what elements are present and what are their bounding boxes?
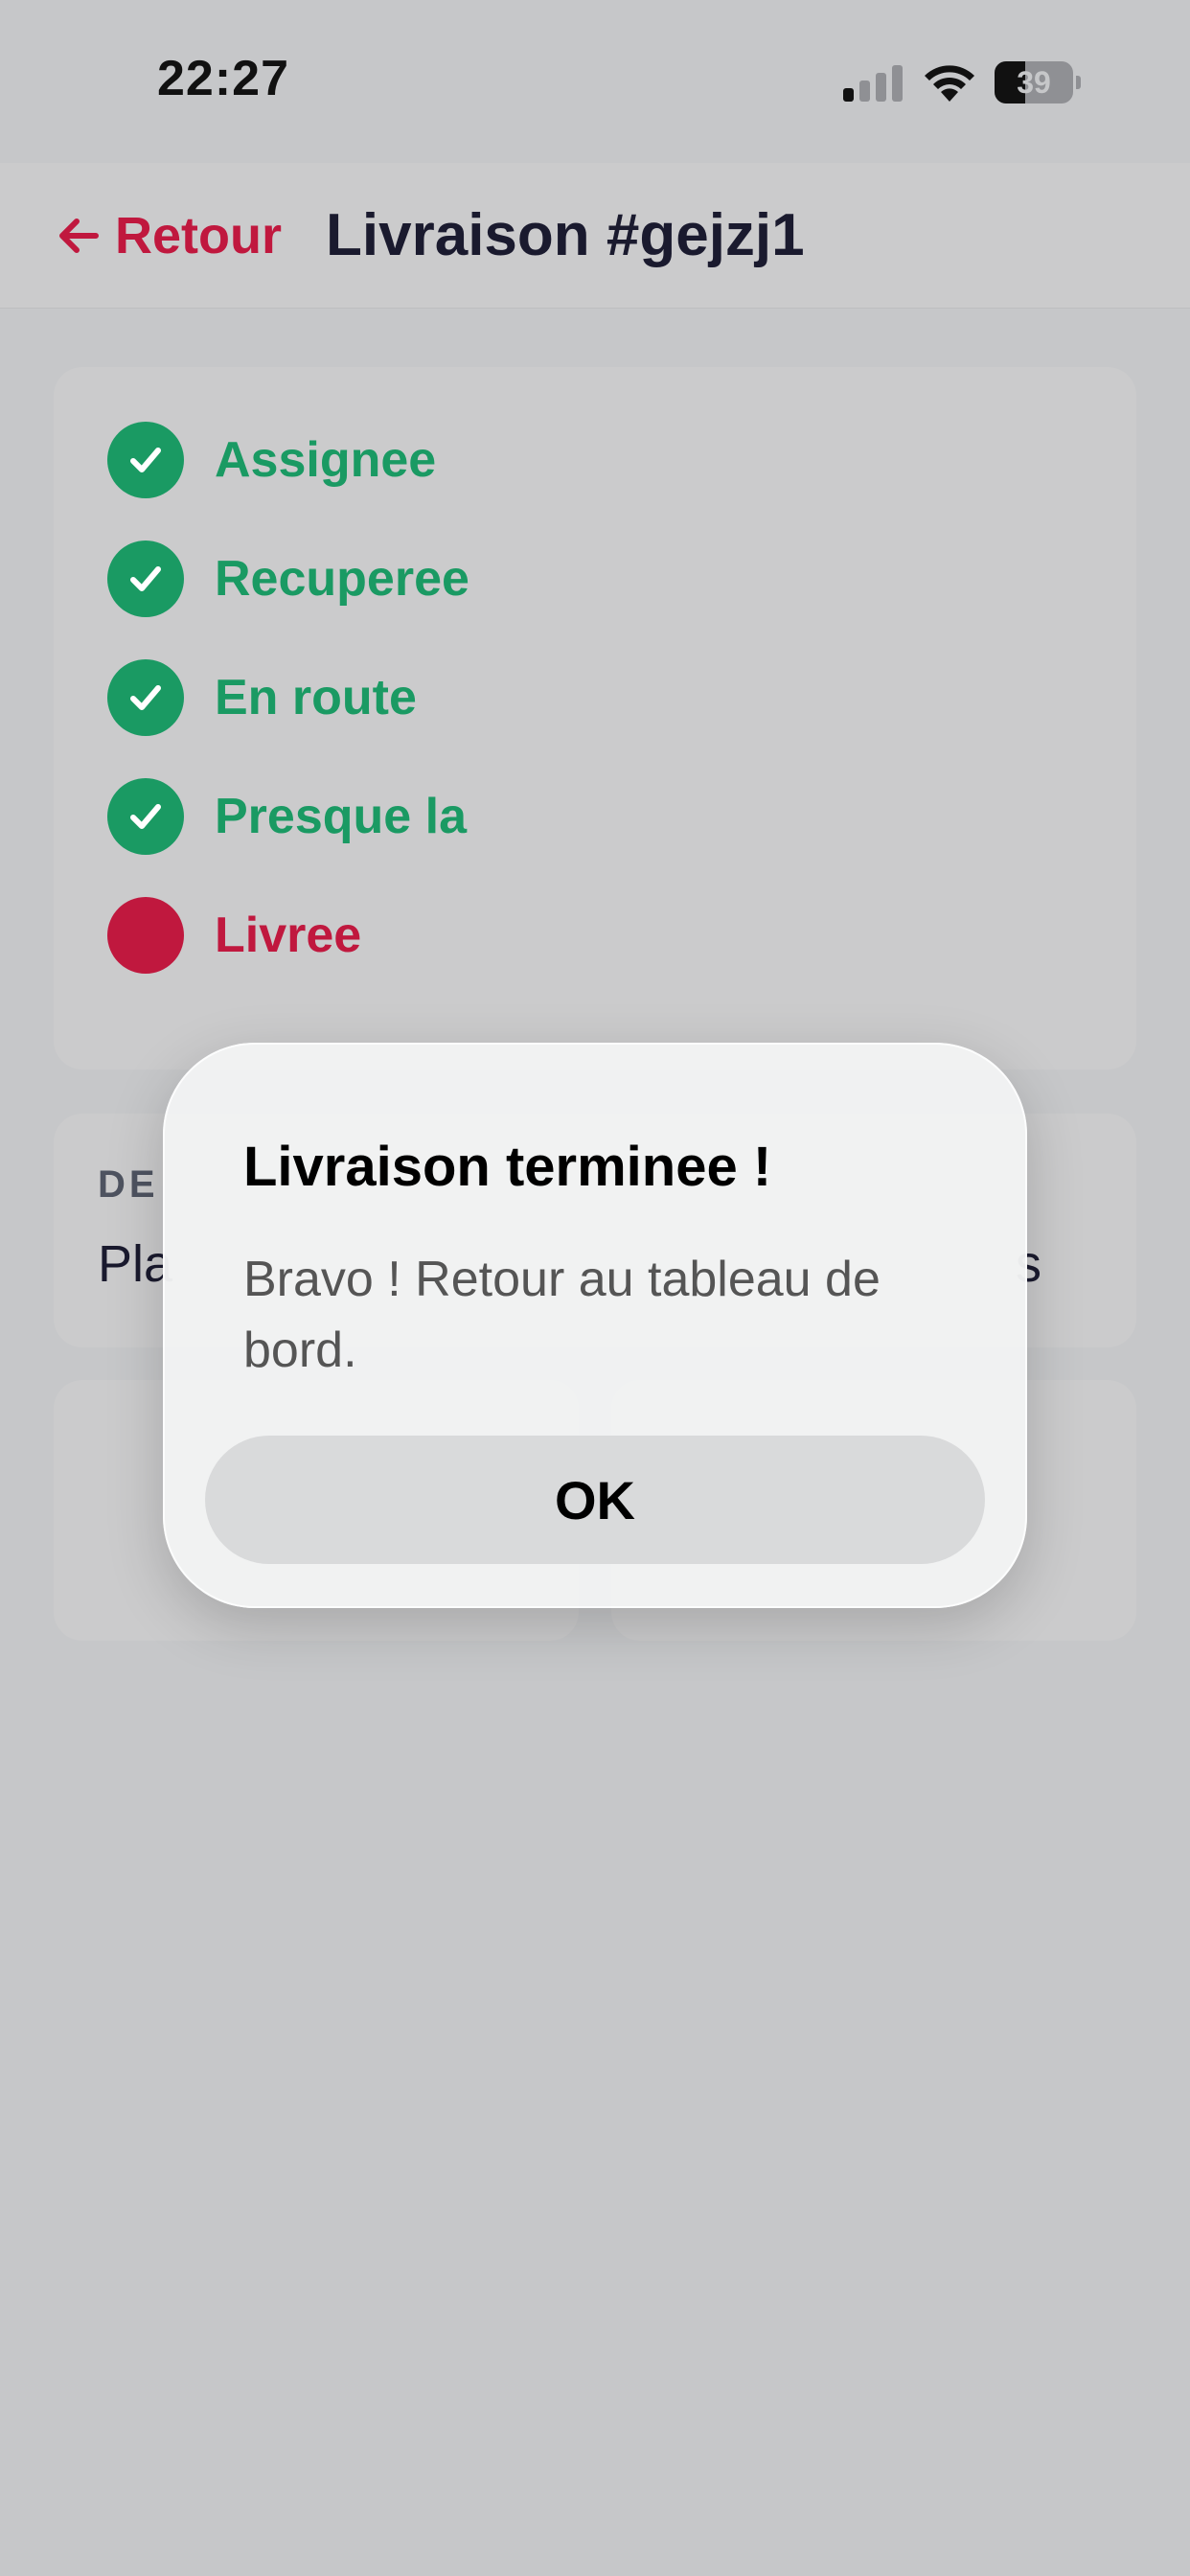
- back-button[interactable]: Retour: [56, 207, 282, 264]
- timeline-step-livree: Livree: [107, 897, 361, 974]
- delivery-timeline: Assignee Recuperee En route Presque la L…: [54, 367, 1136, 1070]
- wifi-icon: [925, 65, 974, 102]
- back-label: Retour: [115, 207, 282, 264]
- check-icon: [107, 659, 184, 736]
- alert-message: Bravo ! Retour au tableau de bord.: [243, 1252, 881, 1378]
- step-label: Recuperee: [215, 551, 469, 607]
- check-icon: [107, 540, 184, 617]
- status-bar: 22:27 39: [0, 0, 1190, 163]
- cellular-signal-icon: [843, 63, 904, 102]
- battery-icon: 39: [995, 61, 1081, 104]
- step-label: En route: [215, 670, 417, 725]
- status-time: 22:27: [157, 51, 289, 106]
- alert-title: Livraison terminee !: [243, 1136, 772, 1198]
- step-label: Livree: [215, 908, 362, 963]
- timeline-step-assignee: Assignee: [107, 422, 436, 498]
- page-title: Livraison #gejzj1: [326, 202, 805, 268]
- timeline-step-presque-la: Presque la: [107, 778, 467, 855]
- timeline-step-en-route: En route: [107, 659, 417, 736]
- check-icon: [107, 422, 184, 498]
- check-icon: [107, 778, 184, 855]
- step-label: Presque la: [215, 789, 468, 844]
- completion-alert-dialog: Livraison terminee ! Bravo ! Retour au t…: [163, 1043, 1027, 1608]
- nav-header: Retour Livraison #gejzj1: [0, 163, 1190, 309]
- battery-level: 39: [1017, 65, 1051, 100]
- destination-label: DE: [98, 1163, 159, 1206]
- ok-button[interactable]: OK: [205, 1436, 985, 1564]
- destination-value-start: Pla: [98, 1235, 173, 1293]
- timeline-step-recuperee: Recuperee: [107, 540, 469, 617]
- current-step-dot: [107, 897, 184, 974]
- step-label: Assignee: [215, 432, 437, 488]
- arrow-left-icon: [59, 218, 99, 253]
